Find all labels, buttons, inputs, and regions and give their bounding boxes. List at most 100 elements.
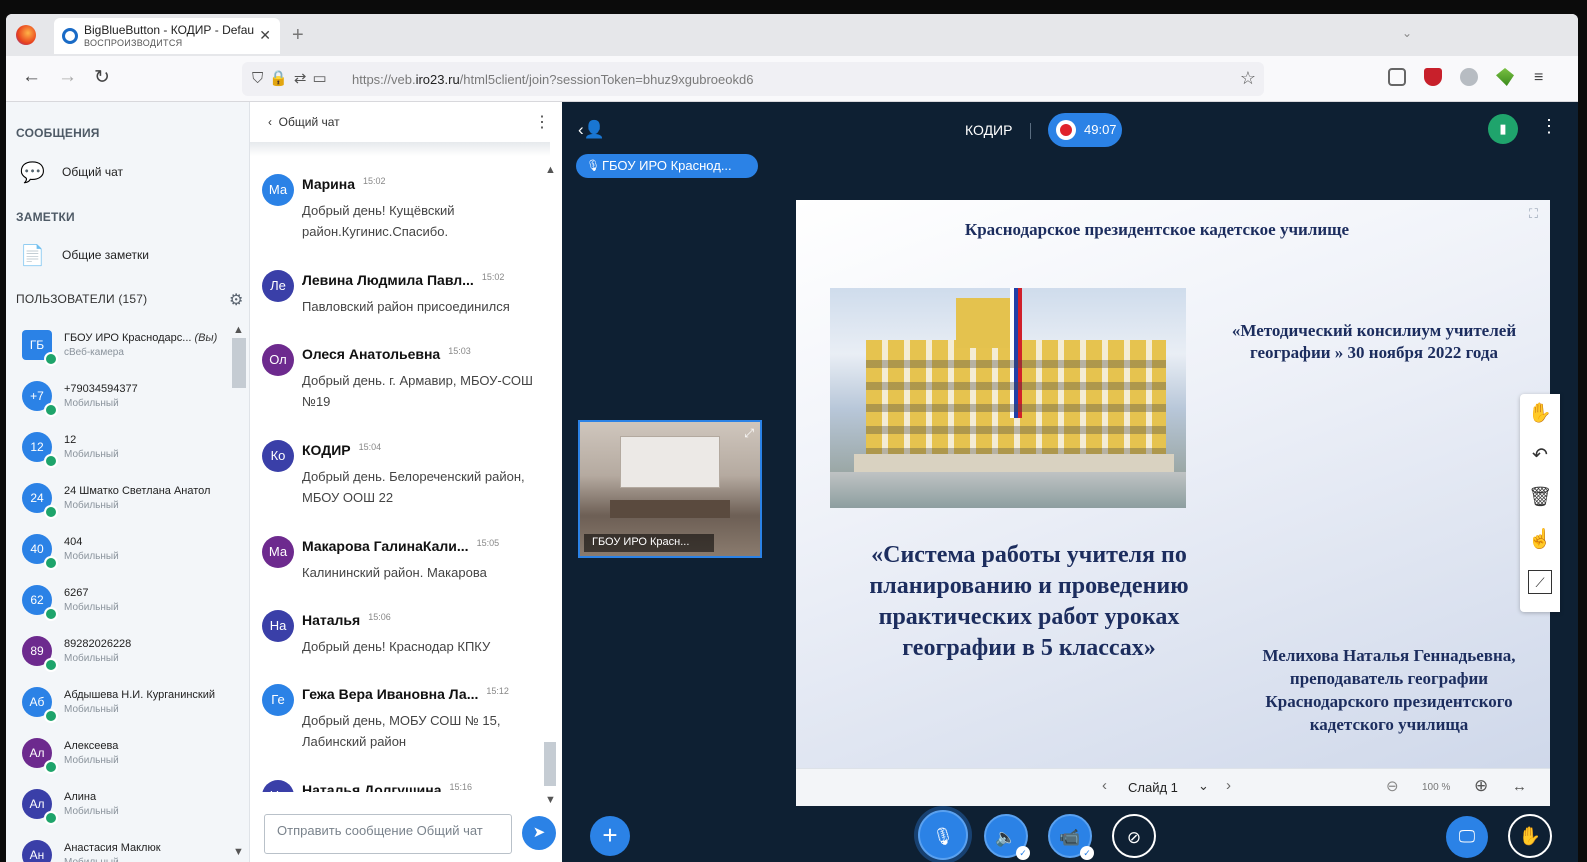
webcam-user-label[interactable]: ГБОУ ИРО Красн... — [584, 534, 714, 552]
multi-user-icon[interactable]: ☝ — [1528, 528, 1552, 552]
menu-icon[interactable]: ≡ — [1534, 69, 1543, 87]
new-tab-button[interactable]: + — [292, 24, 304, 47]
send-message-button[interactable]: ➤ — [522, 816, 556, 850]
message-time: 15:02 — [363, 176, 386, 186]
message-text: Добрый день. г. Армавир, МБОУ-СОШ №19 — [302, 373, 533, 409]
zoom-out-icon[interactable]: ⊖ — [1386, 777, 1399, 795]
presentation-button[interactable]: 🖵 — [1446, 816, 1488, 858]
address-bar[interactable]: ⛉🔒⇄▭ https://veb.iro23.ru/html5client/jo… — [242, 62, 1264, 96]
next-slide-icon[interactable]: › — [1226, 777, 1231, 794]
navigation-toolbar: ← → ↻ ⛉🔒⇄▭ https://veb.iro23.ru/html5cli… — [6, 56, 1578, 102]
firefox-icon[interactable] — [16, 25, 36, 45]
scroll-up-icon[interactable]: ▲ — [233, 324, 244, 336]
scroll-down-icon[interactable]: ▼ — [545, 794, 556, 806]
user-list-item[interactable]: Ал Алексеева Мобильный — [14, 732, 232, 783]
back-icon[interactable]: ← — [22, 66, 41, 88]
plus-icon: + — [602, 820, 618, 850]
avatar: Ма — [262, 174, 294, 206]
actions-button[interactable]: + — [590, 816, 630, 856]
user-list-item[interactable]: 62 6267 Мобильный — [14, 579, 232, 630]
extension-icon[interactable] — [1460, 68, 1478, 86]
fullscreen-icon[interactable]: ⛶ — [1529, 206, 1538, 222]
hand-tool-icon[interactable]: ✋ — [1528, 402, 1552, 426]
sidebar-item-public-chat[interactable]: 💬 Общий чат — [20, 158, 240, 188]
user-device: Мобильный — [64, 398, 119, 409]
zoom-level[interactable]: 100 % — [1422, 782, 1450, 793]
message-author: Левина Людмила Павл... 15:02 — [302, 272, 505, 288]
ublock-icon[interactable] — [1424, 68, 1442, 86]
chart-icon[interactable]: ⟋ — [1528, 570, 1552, 594]
pocket-icon[interactable] — [1388, 68, 1406, 86]
user-list-item[interactable]: ГБ ГБОУ ИРО Краснодарс... (Вы) сВеб-камера — [14, 324, 232, 375]
chat-message-input[interactable]: Отправить сообщение Общий чат — [264, 814, 512, 854]
mute-button[interactable]: 🎙 — [918, 810, 968, 860]
audio-button[interactable]: 🔈 ✓ — [984, 814, 1030, 860]
slide-selector[interactable]: Слайд 1 — [1128, 780, 1178, 795]
user-list-item[interactable]: Аб Абдышева Н.И. Курганинский Мобильный — [14, 681, 232, 732]
notes-section-title: ЗАМЕТКИ — [16, 210, 75, 224]
tab-subtitle: ВОСПРОИЗВОДИТСЯ — [84, 38, 183, 48]
user-list-scrollbar[interactable]: ▲ ▼ — [230, 324, 248, 862]
user-name: +79034594377 — [64, 383, 138, 395]
scroll-down-icon[interactable]: ▼ — [233, 846, 244, 858]
chat-options-icon[interactable]: ⋮ — [534, 112, 550, 132]
previous-slide-icon[interactable]: ‹ — [1102, 777, 1107, 794]
user-name: 6267 — [64, 587, 89, 599]
scroll-up-icon[interactable]: ▲ — [545, 164, 556, 176]
chevron-down-icon[interactable]: ⌄ — [1198, 778, 1209, 794]
message-text: Павловский район присоединился — [302, 299, 510, 314]
slide-event-title: «Методический консилиум учителей географ… — [1231, 321, 1517, 362]
close-tab-icon[interactable]: ✕ — [259, 27, 271, 44]
site-info-icons[interactable]: ⛉🔒⇄▭ — [252, 69, 333, 87]
user-list-item[interactable]: 12 12 Мобильный — [14, 426, 232, 477]
expand-video-icon[interactable]: ⤢ — [744, 426, 754, 441]
zoom-in-icon[interactable]: ⊕ — [1474, 776, 1488, 796]
slide-header: Краснодарское президентское кадетское уч… — [964, 220, 1350, 239]
toggle-user-list-icon[interactable]: ‹👤 — [578, 120, 605, 140]
user-list-item[interactable]: 40 404 Мобильный — [14, 528, 232, 579]
reload-icon[interactable]: ↻ — [94, 66, 110, 89]
online-status-icon — [44, 811, 58, 825]
user-list-item[interactable]: Ан Анастасия Маклюк Мобильный — [14, 834, 232, 862]
sidebar-item-shared-notes[interactable]: 📄 Общие заметки — [20, 241, 240, 271]
forward-icon[interactable]: → — [58, 66, 77, 88]
bookmark-star-icon[interactable]: ☆ — [1240, 68, 1256, 89]
message-time: 15:03 — [448, 346, 471, 356]
screen-share-button[interactable]: ⊘ — [1112, 814, 1156, 858]
chat-back-button[interactable]: ‹ Общий чат — [268, 115, 340, 129]
leaf-extension-icon[interactable] — [1496, 68, 1514, 86]
monitor-icon: 🖵 — [1458, 827, 1476, 846]
camera-button[interactable]: 📹 ✓ — [1048, 814, 1094, 860]
user-list-item[interactable]: 24 24 Шматко Светлана Анатол Мобильный — [14, 477, 232, 528]
user-list-item[interactable]: 89 89282026228 Мобильный — [14, 630, 232, 681]
undo-icon[interactable]: ↶ — [1528, 444, 1552, 468]
chat-message: НаНаталья Долгушина15:16Екатерина Алекса… — [250, 768, 542, 792]
scroll-thumb[interactable] — [232, 338, 246, 388]
presentation-slide[interactable]: ⛶ Краснодарское президентское кадетское … — [796, 200, 1550, 768]
chat-scrollbar[interactable]: ▲ ▼ — [542, 164, 558, 806]
delete-icon[interactable]: 🗑 — [1528, 486, 1552, 510]
raise-hand-button[interactable]: ✋ — [1508, 814, 1552, 858]
recording-time: 49:07 — [1084, 122, 1117, 137]
user-list-item[interactable]: Ал Алина Мобильный — [14, 783, 232, 834]
webcam-video[interactable]: ⤢ ГБОУ ИРО Красн... — [578, 420, 762, 558]
options-menu-icon[interactable]: ⋮ — [1540, 116, 1558, 137]
message-text: Добрый день! Краснодар КПКУ — [302, 639, 491, 654]
connection-status-icon[interactable]: ▮ — [1488, 114, 1518, 144]
messages-section-title: СООБЩЕНИЯ — [16, 126, 100, 140]
browser-tab[interactable]: BigBlueButton - КОДИР - Default ВОСПРОИЗ… — [54, 18, 280, 54]
url-text[interactable]: https://veb.iro23.ru/html5client/join?se… — [352, 72, 753, 87]
fit-width-icon[interactable]: ↔ — [1512, 778, 1527, 795]
tab-list-icon[interactable]: ⌄ — [1402, 26, 1412, 40]
gear-icon[interactable]: ⚙ — [229, 290, 243, 310]
recording-indicator[interactable]: 49:07 — [1048, 113, 1122, 147]
chat-message: Ма Марина 15:02 Добрый день! Кущёвский райо… — [250, 162, 542, 248]
user-list-item[interactable]: +7 +79034594377 Мобильный — [14, 375, 232, 426]
chat-divider — [250, 142, 550, 156]
chat-message: Ко КОДИР 15:04 Добрый день. Белореченский р… — [250, 428, 542, 514]
chat-message: На Наталья 15:06 Добрый день! Краснодар КПК… — [250, 598, 542, 662]
building-tower — [956, 298, 1016, 348]
user-name: 12 — [64, 434, 77, 446]
user-device: Мобильный — [64, 602, 119, 613]
scroll-thumb[interactable] — [544, 742, 556, 786]
